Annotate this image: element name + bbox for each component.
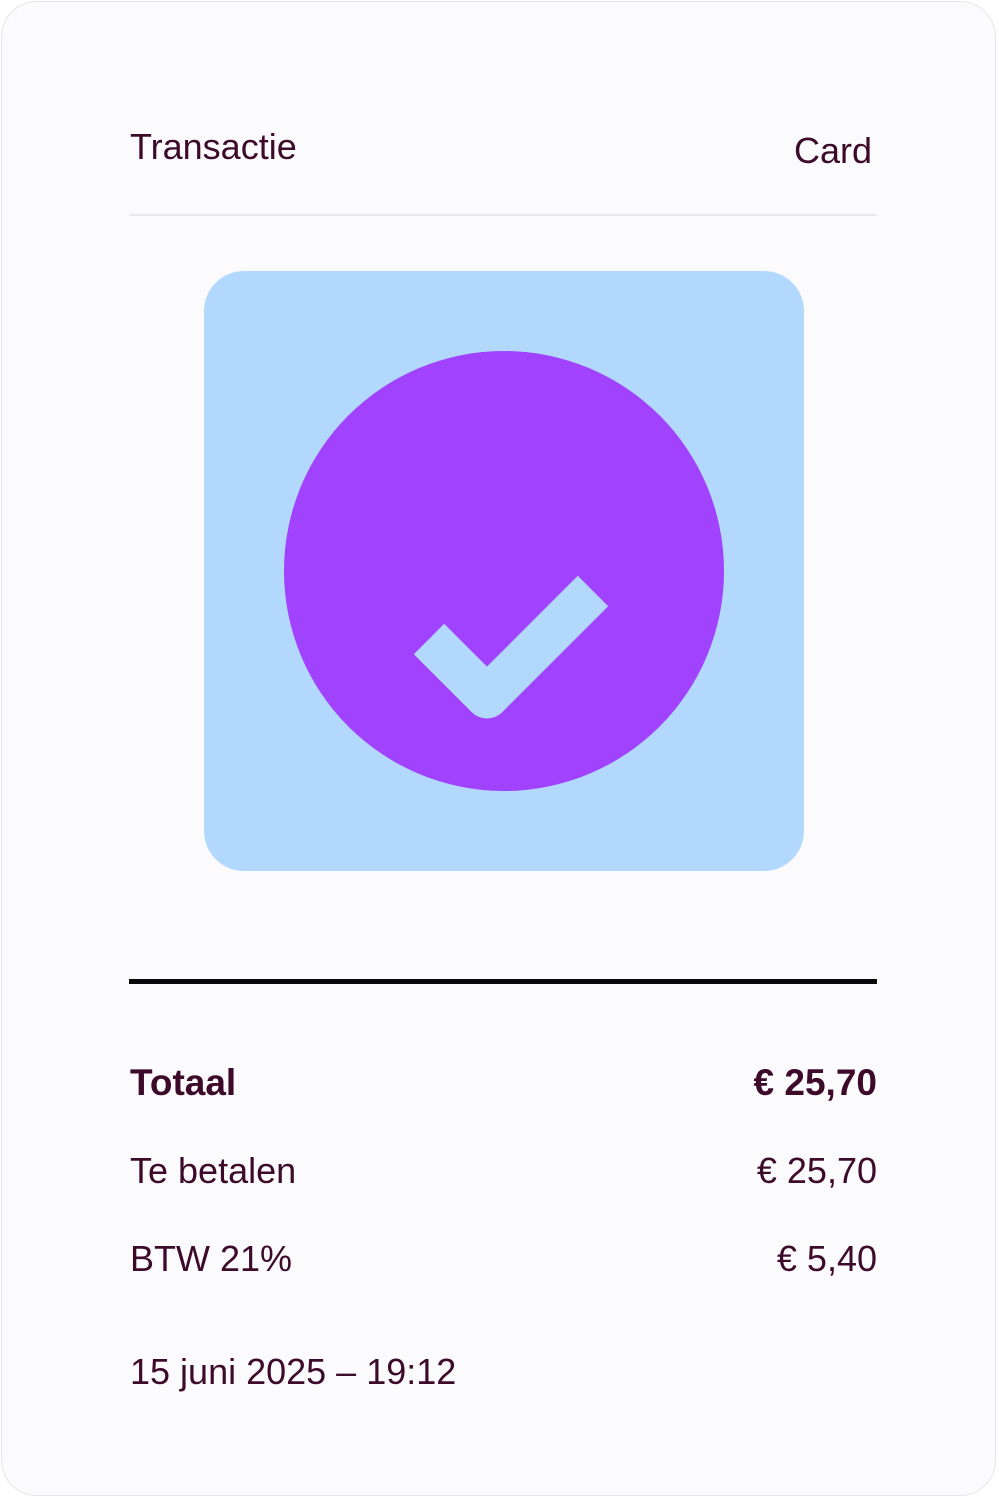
header-divider <box>130 214 876 216</box>
checkmark-icon <box>413 575 609 719</box>
to-pay-label: Te betalen <box>130 1150 297 1191</box>
page-title: Transactie <box>130 126 297 167</box>
total-value: € 25,70 <box>753 1062 877 1103</box>
transaction-timestamp: 15 juni 2025 – 19:12 <box>130 1351 457 1392</box>
check-circle-icon <box>284 351 724 791</box>
summary-divider <box>129 979 877 984</box>
vat-value: € 5,40 <box>776 1238 877 1279</box>
to-pay-value: € 25,70 <box>756 1150 877 1191</box>
vat-row: BTW 21% € 5,40 <box>130 1234 877 1284</box>
transaction-card: Transactie Card Totaal € 25,70 Te betale… <box>1 1 996 1496</box>
to-pay-row: Te betalen € 25,70 <box>130 1146 877 1196</box>
vat-label: BTW 21% <box>130 1238 293 1279</box>
payment-method-label: Card <box>793 130 872 171</box>
total-row: Totaal € 25,70 <box>130 1058 877 1108</box>
success-status-tile <box>204 271 804 871</box>
total-label: Totaal <box>130 1062 237 1103</box>
